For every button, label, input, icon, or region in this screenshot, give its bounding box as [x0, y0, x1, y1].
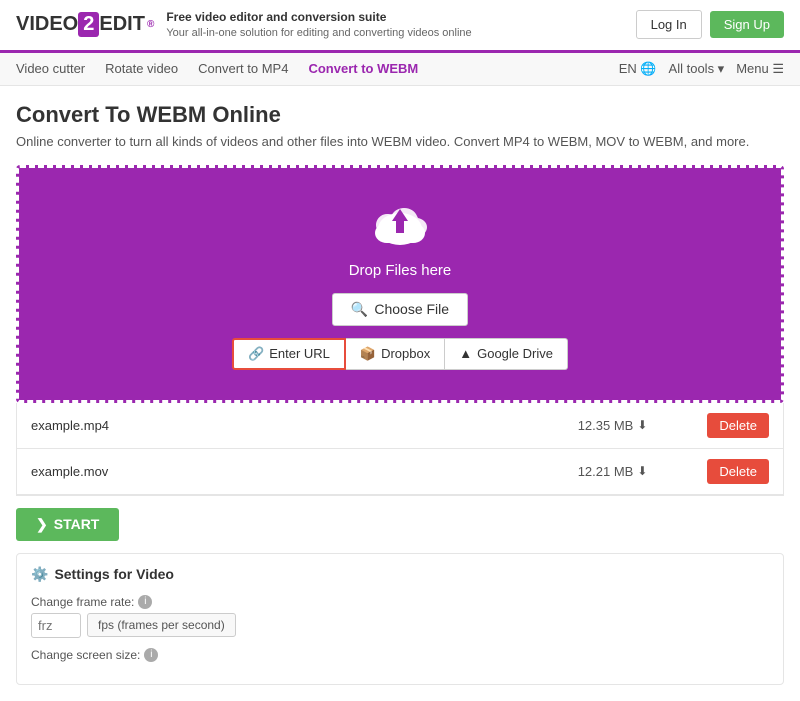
- file-name-0: example.mp4: [31, 418, 231, 433]
- fps-unit-label: fps (frames per second): [87, 613, 236, 637]
- page-title: Convert To WEBM Online: [16, 102, 784, 128]
- screen-size-label: Change screen size: i: [31, 648, 769, 662]
- logo-tagline-bold: Free video editor and conversion suite: [166, 10, 386, 24]
- frame-rate-row: Change frame rate: i fps (frames per sec…: [31, 595, 769, 638]
- delete-button-0[interactable]: Delete: [707, 413, 769, 438]
- header-right: Log In Sign Up: [636, 10, 784, 39]
- fps-input[interactable]: [31, 613, 81, 638]
- dropbox-icon: 📦: [360, 346, 376, 362]
- choose-file-label: Choose File: [374, 301, 449, 317]
- logo-edit: EDIT: [99, 13, 145, 36]
- dropbox-button[interactable]: 📦 Dropbox: [346, 338, 445, 370]
- page-desc: Online converter to turn all kinds of vi…: [16, 134, 784, 149]
- dropbox-label: Dropbox: [381, 346, 430, 361]
- start-label: START: [54, 516, 100, 532]
- nav-right: EN 🌐 All tools ▾ Menu ☰: [619, 61, 784, 77]
- search-icon: 🔍: [351, 301, 368, 318]
- main-menu[interactable]: Menu ☰: [736, 61, 784, 77]
- choose-file-button[interactable]: 🔍 Choose File: [332, 293, 468, 326]
- link-icon: 🔗: [248, 346, 264, 362]
- frame-rate-label: Change frame rate: i: [31, 595, 769, 609]
- enter-url-label: Enter URL: [269, 346, 330, 361]
- gear-icon: ⚙️: [31, 566, 48, 583]
- table-row: example.mp4 12.35 MB ⬇ Delete: [17, 403, 783, 449]
- download-icon-0: ⬇: [637, 418, 647, 432]
- delete-button-1[interactable]: Delete: [707, 459, 769, 484]
- file-name-1: example.mov: [31, 464, 231, 479]
- lang-selector[interactable]: EN 🌐: [619, 61, 657, 77]
- nav-convert-mp4[interactable]: Convert to MP4: [198, 61, 288, 76]
- file-row-right-1: 12.21 MB ⬇ Delete: [578, 459, 769, 484]
- nav-rotate-video[interactable]: Rotate video: [105, 61, 178, 76]
- upload-box: Drop Files here 🔍 Choose File 🔗 Enter UR…: [16, 165, 784, 403]
- nav-left: Video cutter Rotate video Convert to MP4…: [16, 61, 418, 76]
- chevron-right-icon: ❯: [36, 516, 48, 533]
- file-size-0: 12.35 MB ⬇: [578, 418, 648, 433]
- logo: VIDEO 2 EDIT ®: [16, 12, 154, 37]
- url-options: 🔗 Enter URL 📦 Dropbox ▲ Google Drive: [35, 338, 765, 370]
- enter-url-button[interactable]: 🔗 Enter URL: [232, 338, 346, 370]
- header-left: VIDEO 2 EDIT ® Free video editor and con…: [16, 10, 472, 40]
- screen-size-row: Change screen size: i: [31, 648, 769, 662]
- start-button[interactable]: ❯ START: [16, 508, 119, 541]
- main-content: Convert To WEBM Online Online converter …: [0, 86, 800, 701]
- logo-trademark: ®: [147, 19, 154, 30]
- logo-video: VIDEO: [16, 13, 78, 36]
- google-drive-button[interactable]: ▲ Google Drive: [445, 338, 568, 370]
- file-size-1: 12.21 MB ⬇: [578, 464, 648, 479]
- logo-tagline: Your all-in-one solution for editing and…: [166, 27, 471, 39]
- download-icon-1: ⬇: [637, 464, 647, 478]
- settings-title: ⚙️ Settings for Video: [31, 566, 769, 583]
- frame-rate-info-icon[interactable]: i: [138, 595, 152, 609]
- header: VIDEO 2 EDIT ® Free video editor and con…: [0, 0, 800, 53]
- screen-size-info-icon[interactable]: i: [144, 648, 158, 662]
- table-row: example.mov 12.21 MB ⬇ Delete: [17, 449, 783, 495]
- fps-row: fps (frames per second): [31, 613, 769, 638]
- settings-section: ⚙️ Settings for Video Change frame rate:…: [16, 553, 784, 685]
- logo-subtitle: Free video editor and conversion suite Y…: [166, 10, 471, 40]
- nav-convert-webm[interactable]: Convert to WEBM: [308, 61, 418, 76]
- file-row-right: 12.35 MB ⬇ Delete: [578, 413, 769, 438]
- all-tools-menu[interactable]: All tools ▾: [669, 61, 725, 77]
- nav-video-cutter[interactable]: Video cutter: [16, 61, 85, 76]
- drop-text: Drop Files here: [35, 262, 765, 279]
- login-button[interactable]: Log In: [636, 10, 702, 39]
- start-section: ❯ START: [16, 496, 784, 553]
- gdrive-icon: ▲: [459, 346, 472, 361]
- logo-two: 2: [78, 12, 99, 37]
- signup-button[interactable]: Sign Up: [710, 11, 784, 38]
- gdrive-label: Google Drive: [477, 346, 553, 361]
- file-list: example.mp4 12.35 MB ⬇ Delete example.mo…: [16, 403, 784, 496]
- nav: Video cutter Rotate video Convert to MP4…: [0, 53, 800, 86]
